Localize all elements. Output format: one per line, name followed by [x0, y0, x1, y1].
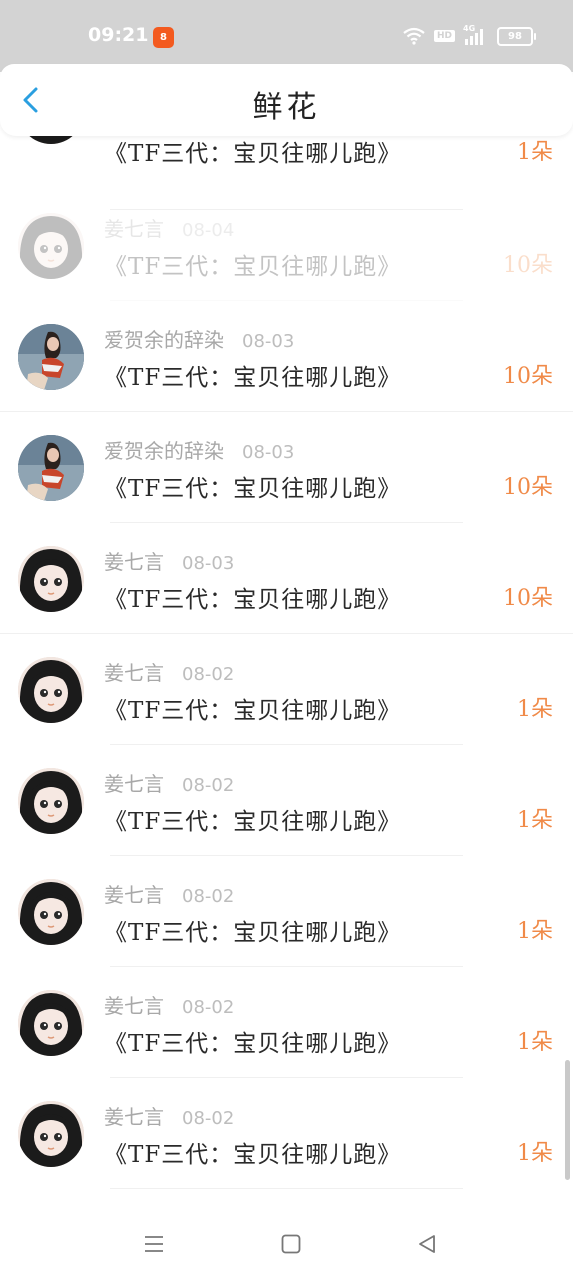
gift-date: 08-02 [182, 1108, 235, 1129]
list-item[interactable]: 姜七言 08-03 《TF三代：宝贝往哪儿跑》 10朵 [0, 524, 573, 634]
avatar[interactable] [18, 324, 84, 390]
gift-title: 《TF三代：宝贝往哪儿跑》 [104, 254, 402, 280]
header: 鲜花 [0, 64, 573, 136]
hd-icon: HD [433, 30, 455, 42]
sender-name: 爱贺余的辞染 08-03 [104, 439, 295, 463]
gift-date: 08-03 [242, 331, 295, 352]
sender-name: 姜七言 08-03 [104, 550, 235, 574]
gift-title: 《TF三代：宝贝往哪儿跑》 [104, 476, 402, 502]
list-item[interactable]: 姜七言 08-04 《TF三代：宝贝往哪儿跑》 10朵 [0, 191, 573, 301]
gift-title: 《TF三代：宝贝往哪儿跑》 [104, 141, 402, 167]
menu-icon[interactable] [142, 1232, 166, 1256]
gift-title: 《TF三代：宝贝往哪儿跑》 [104, 698, 402, 724]
flower-count: 1朵 [517, 140, 553, 165]
flower-count: 10朵 [503, 253, 553, 278]
sender-name: 姜七言 08-04 [104, 217, 235, 241]
scrollbar[interactable] [565, 1060, 570, 1180]
sender-name: 姜七言 08-02 [104, 994, 235, 1018]
status-indicators: HD 4G 98 [402, 24, 536, 46]
flower-count: 1朵 [517, 697, 553, 722]
signal-icon: 4G [463, 24, 489, 45]
page-title: 鲜花 [252, 90, 321, 125]
flower-count: 1朵 [517, 919, 553, 944]
sender-name: 爱贺余的辞染 08-03 [104, 328, 295, 352]
avatar[interactable] [18, 879, 84, 945]
status-time: 09:21 [88, 24, 149, 46]
battery-icon: 98 [497, 26, 536, 46]
gift-title: 《TF三代：宝贝往哪儿跑》 [104, 1142, 402, 1168]
flower-count: 10朵 [503, 364, 553, 389]
list-item[interactable]: 姜七言 08-02 《TF三代：宝贝往哪儿跑》 1朵 [0, 1079, 573, 1189]
flower-count: 1朵 [517, 1141, 553, 1166]
list-item[interactable]: 姜七言 08-02 《TF三代：宝贝往哪儿跑》 1朵 [0, 968, 573, 1078]
home-square-icon[interactable] [279, 1232, 303, 1256]
avatar[interactable] [18, 435, 84, 501]
flower-count: 10朵 [503, 586, 553, 611]
list-item[interactable]: 姜七言 08-02 《TF三代：宝贝往哪儿跑》 1朵 [0, 857, 573, 967]
gift-title: 《TF三代：宝贝往哪儿跑》 [104, 809, 402, 835]
gift-title: 《TF三代：宝贝往哪儿跑》 [104, 587, 402, 613]
app-notification-icon: 8 [153, 27, 174, 48]
flower-count: 1朵 [517, 1030, 553, 1055]
avatar[interactable] [18, 657, 84, 723]
list-item[interactable]: 姜七言 08-02 《TF三代：宝贝往哪儿跑》 1朵 [0, 635, 573, 745]
list-item[interactable]: 爱贺余的辞染 08-03 《TF三代：宝贝往哪儿跑》 10朵 [0, 302, 573, 412]
list-item[interactable]: 姜七言 08-02 《TF三代：宝贝往哪儿跑》 1朵 [0, 746, 573, 856]
gift-date: 08-04 [182, 220, 235, 241]
gift-title: 《TF三代：宝贝往哪儿跑》 [104, 920, 402, 946]
gift-date: 08-02 [182, 886, 235, 907]
avatar[interactable] [18, 213, 84, 279]
gift-date: 08-02 [182, 997, 235, 1018]
sender-name: 姜七言 08-02 [104, 772, 235, 796]
list-item[interactable]: 爱贺余的辞染 08-03 《TF三代：宝贝往哪儿跑》 10朵 [0, 413, 573, 523]
gift-title: 《TF三代：宝贝往哪儿跑》 [104, 365, 402, 391]
gift-date: 08-03 [182, 553, 235, 574]
flower-count: 10朵 [503, 475, 553, 500]
avatar[interactable] [18, 546, 84, 612]
flower-count: 1朵 [517, 808, 553, 833]
gift-title: 《TF三代：宝贝往哪儿跑》 [104, 1031, 402, 1057]
sender-name: 姜七言 08-02 [104, 661, 235, 685]
avatar[interactable] [18, 990, 84, 1056]
gift-date: 08-03 [242, 442, 295, 463]
triangle-back-icon[interactable] [415, 1232, 439, 1256]
gift-date: 08-02 [182, 775, 235, 796]
avatar[interactable] [18, 768, 84, 834]
wifi-icon [403, 27, 425, 45]
sender-name: 姜七言 08-02 [104, 883, 235, 907]
gift-date: 08-02 [182, 664, 235, 685]
sender-name: 姜七言 08-02 [104, 1105, 235, 1129]
avatar[interactable] [18, 1101, 84, 1167]
status-bar: 09:21 8 HD 4G 98 [0, 0, 573, 72]
system-nav-bar [0, 1200, 573, 1280]
flower-list[interactable]: 《TF三代：宝贝往哪儿跑》 1朵 姜七言 08-04 《TF三代：宝贝往哪儿跑》 … [0, 100, 573, 1200]
